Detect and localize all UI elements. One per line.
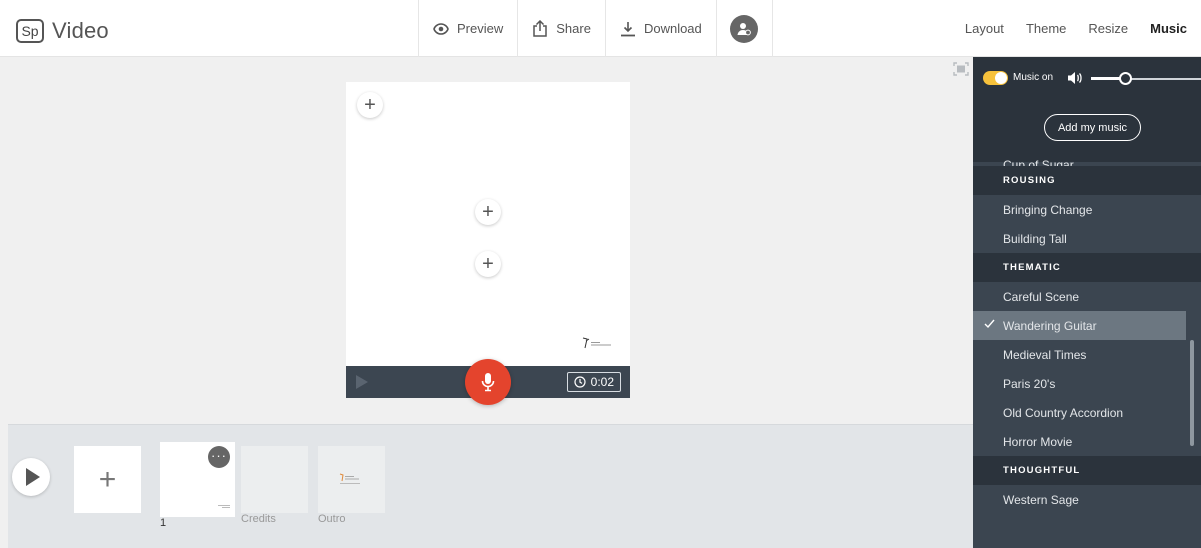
song-item-selected[interactable]: Wandering Guitar bbox=[973, 311, 1186, 340]
song-item[interactable]: Western Sage bbox=[973, 485, 1201, 514]
song-item[interactable]: Careful Scene bbox=[973, 282, 1201, 311]
account-button[interactable] bbox=[717, 0, 773, 57]
section-header-thoughtful: THOUGHTFUL bbox=[973, 456, 1201, 485]
song-item[interactable]: Building Tall bbox=[973, 224, 1201, 253]
microphone-icon bbox=[481, 373, 495, 392]
add-my-music-button[interactable]: Add my music bbox=[1044, 114, 1141, 141]
volume-slider-handle[interactable] bbox=[1119, 72, 1132, 85]
timeline-play-button[interactable] bbox=[12, 458, 50, 496]
app-name: Video bbox=[52, 18, 109, 43]
app-logo[interactable]: Sp Video bbox=[16, 18, 109, 44]
action-group: Preview Share Download bbox=[418, 0, 773, 57]
fit-screen-icon[interactable] bbox=[953, 62, 969, 81]
download-icon bbox=[620, 21, 635, 36]
music-toggle-label: Music on bbox=[1013, 72, 1054, 83]
tab-layout[interactable]: Layout bbox=[965, 21, 1004, 36]
section-header-thematic: THEMATIC bbox=[973, 253, 1201, 282]
slide-more-button[interactable]: ··· bbox=[208, 446, 230, 468]
more-icon: ··· bbox=[211, 447, 227, 463]
credits-label: Credits bbox=[241, 513, 276, 525]
duration-badge[interactable]: 0:02 bbox=[566, 372, 621, 392]
brand-logo-icon bbox=[339, 473, 360, 484]
music-panel: Music on Add my music Cup of Sugar ROUSI… bbox=[973, 57, 1201, 548]
record-voice-button[interactable] bbox=[465, 359, 511, 405]
app-badge: Sp bbox=[16, 19, 44, 43]
song-item-label: Wandering Guitar bbox=[1003, 318, 1097, 333]
add-text-icon[interactable]: + bbox=[475, 199, 501, 225]
song-item[interactable]: Medieval Times bbox=[973, 340, 1201, 369]
add-media-icon[interactable]: + bbox=[357, 92, 383, 118]
preview-button[interactable]: Preview bbox=[418, 0, 517, 57]
eye-icon bbox=[433, 22, 449, 35]
scrollbar-thumb[interactable] bbox=[1190, 340, 1194, 446]
play-icon bbox=[26, 468, 40, 486]
add-slide-button[interactable]: + bbox=[74, 446, 141, 513]
tab-music[interactable]: Music bbox=[1150, 21, 1187, 36]
duration-text: 0:02 bbox=[590, 375, 614, 389]
tab-resize[interactable]: Resize bbox=[1088, 21, 1128, 36]
timeline: + ··· 1 Credits Outro bbox=[8, 424, 973, 548]
credits-thumbnail[interactable] bbox=[241, 446, 308, 513]
song-item[interactable]: Bringing Change bbox=[973, 195, 1201, 224]
tab-theme[interactable]: Theme bbox=[1026, 21, 1066, 36]
section-header-rousing: ROUSING bbox=[973, 166, 1201, 195]
plus-icon: + bbox=[98, 462, 117, 496]
music-controls: Music on Add my music bbox=[973, 57, 1201, 162]
panel-tabs: Layout Theme Resize Music bbox=[965, 0, 1187, 57]
download-button[interactable]: Download bbox=[604, 0, 717, 57]
brand-logo-icon bbox=[218, 505, 230, 508]
download-label: Download bbox=[643, 21, 702, 36]
slide-canvas[interactable]: + + + bbox=[346, 82, 630, 366]
song-list: Cup of Sugar ROUSING Bringing Change Bui… bbox=[973, 152, 1201, 514]
user-icon bbox=[730, 14, 759, 43]
share-label: Share bbox=[556, 21, 591, 36]
check-icon bbox=[984, 319, 995, 329]
song-item[interactable]: Old Country Accordion bbox=[973, 398, 1201, 427]
slide-number: 1 bbox=[160, 517, 167, 529]
outro-thumbnail[interactable] bbox=[318, 446, 385, 513]
music-toggle[interactable] bbox=[983, 71, 1008, 85]
brand-logo-icon bbox=[582, 337, 611, 349]
preview-label: Preview bbox=[457, 21, 504, 36]
add-element-icon[interactable]: + bbox=[475, 251, 501, 277]
outro-label: Outro bbox=[318, 513, 346, 525]
share-icon bbox=[533, 20, 547, 37]
top-bar: Sp Video Preview Share Download Layout T… bbox=[0, 0, 1201, 57]
song-item[interactable]: Paris 20's bbox=[973, 369, 1201, 398]
speaker-icon[interactable] bbox=[1067, 70, 1083, 86]
share-button[interactable]: Share bbox=[517, 0, 605, 57]
song-item[interactable]: Cup of Sugar bbox=[973, 152, 1201, 166]
clock-icon bbox=[574, 376, 586, 388]
play-icon[interactable] bbox=[356, 375, 368, 389]
song-item[interactable]: Horror Movie bbox=[973, 427, 1201, 456]
